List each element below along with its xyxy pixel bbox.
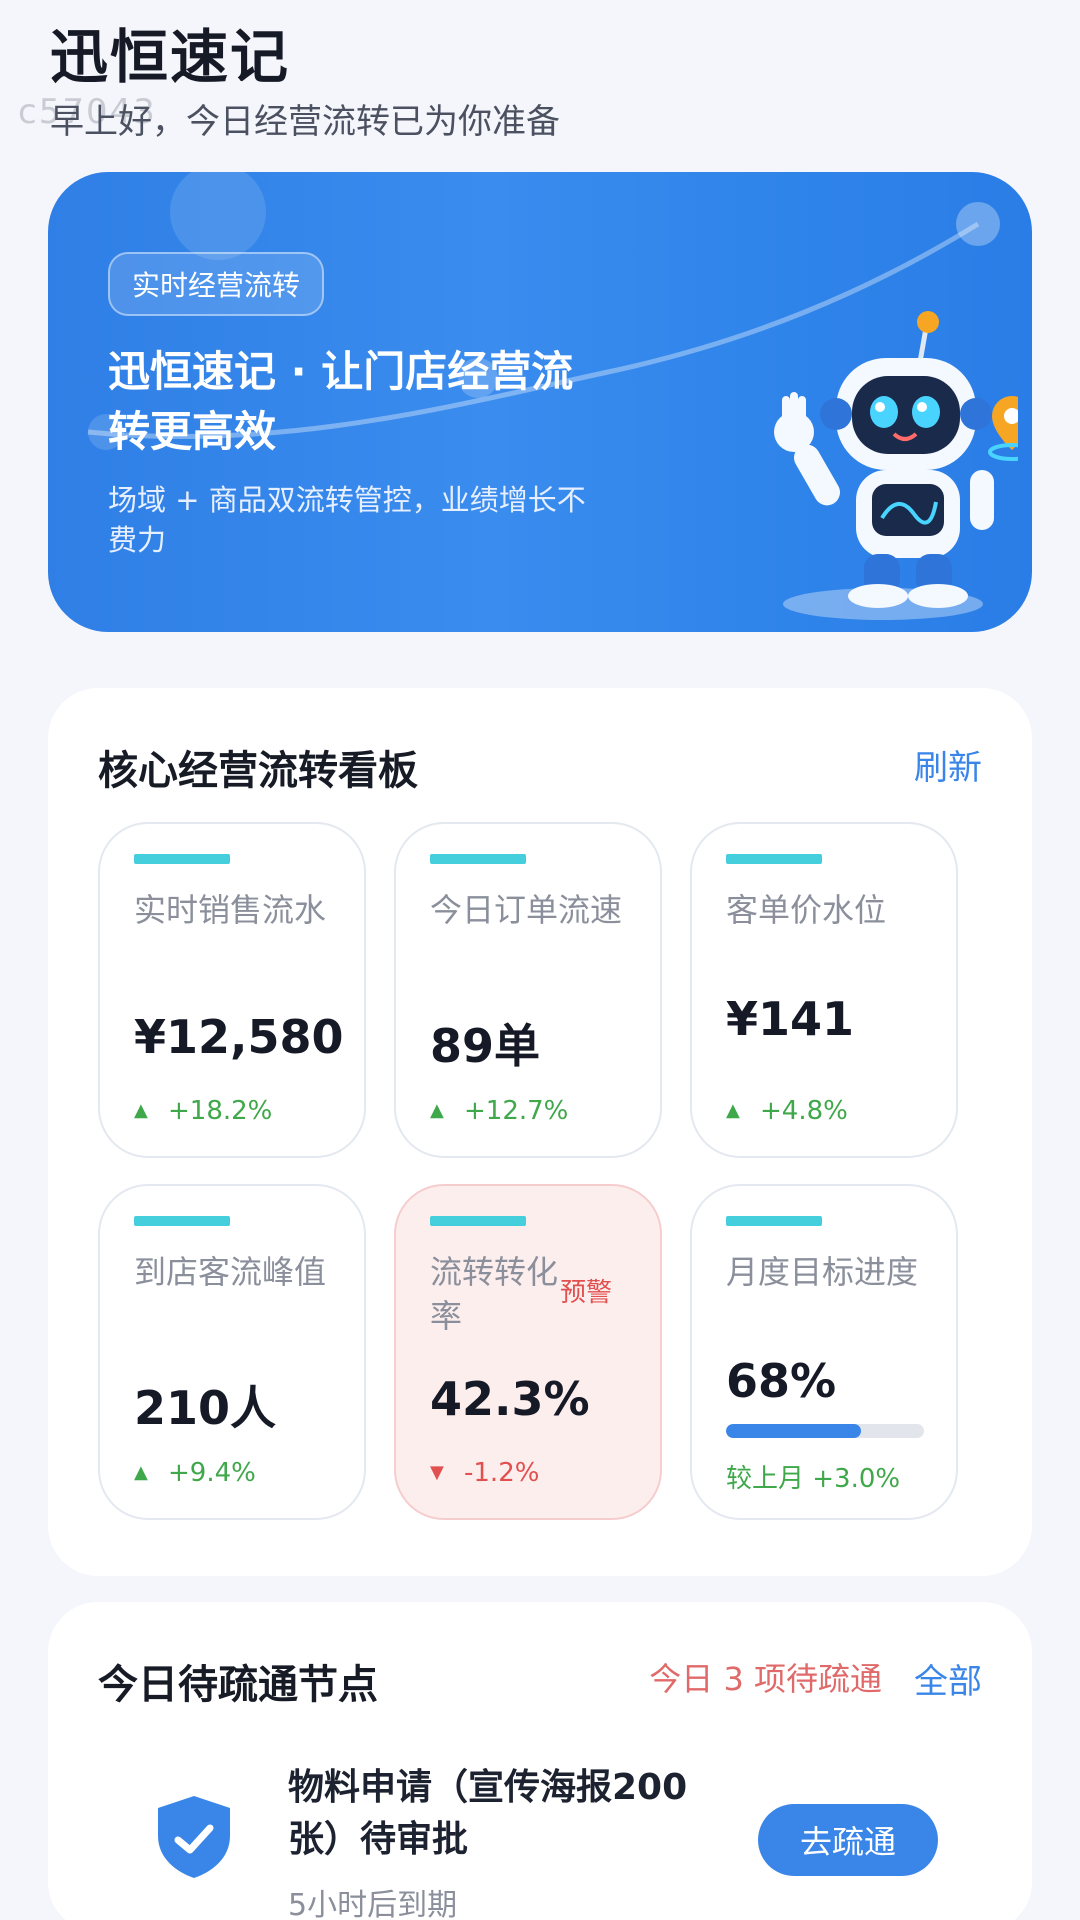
metric-delta-text: +4.8% — [760, 1096, 848, 1126]
metric-delta: ▲ +18.2% — [134, 1096, 272, 1126]
pending-count: 今日 3 项待疏通 — [649, 1660, 882, 1698]
metric-card-monthly-goal[interactable]: 月度目标进度 68% 较上月 +3.0% — [690, 1184, 958, 1520]
todo-item-title: 物料申请（宣传海报200张）待审批 — [288, 1767, 688, 1860]
resolve-button[interactable]: 去疏通 — [758, 1804, 938, 1876]
trend-up-icon: ▲ — [430, 1100, 444, 1121]
metric-delta: ▲ +9.4% — [134, 1458, 256, 1488]
trend-up-icon: ▲ — [134, 1100, 148, 1121]
app-title: 迅恒速记 — [50, 23, 291, 91]
metric-label: 流转转化率 — [430, 1253, 559, 1335]
pending-title: 今日待疏通节点 — [98, 1662, 378, 1708]
home-screen: 迅恒速记 c57043 早上好，今日经营流转已为你准备 实时经营流转 迅恒速记 … — [0, 0, 1080, 1920]
pending-panel: 今日待疏通节点 今日 3 项待疏通 全部 物料申请（宣传海报200张）待审批 5… — [48, 1602, 1032, 1920]
metric-delta: ▲ +4.8% — [726, 1096, 848, 1126]
hero-banner[interactable]: 实时经营流转 迅恒速记 · 让门店经营流转更高效 场域 + 商品双流转管控，业绩… — [48, 172, 1032, 632]
metric-accent-bar — [134, 854, 230, 864]
metric-accent-bar — [134, 1216, 230, 1226]
metric-value: 42.3% — [430, 1372, 590, 1426]
metric-label: 今日订单流速 — [430, 891, 623, 929]
refresh-button[interactable]: 刷新 — [914, 740, 982, 789]
metric-value: ¥12,580 — [134, 1010, 344, 1064]
metric-delta-text: +12.7% — [464, 1096, 569, 1126]
metric-delta-text: -1.2% — [464, 1458, 540, 1488]
trend-up-icon: ▲ — [726, 1100, 740, 1121]
metric-accent-bar — [726, 1216, 822, 1226]
metric-value: 89单 — [430, 1019, 541, 1073]
metric-accent-bar — [430, 1216, 526, 1226]
metric-card-traffic[interactable]: 到店客流峰值 210人 ▲ +9.4% — [98, 1184, 366, 1520]
metric-delta: ▼ -1.2% — [430, 1458, 539, 1488]
metric-delta: ▲ +12.7% — [430, 1096, 568, 1126]
metric-card-orders[interactable]: 今日订单流速 89单 ▲ +12.7% — [394, 822, 662, 1158]
metric-label: 客单价水位 — [726, 891, 887, 929]
metric-delta-text: +9.4% — [168, 1458, 256, 1488]
metric-label: 实时销售流水 — [134, 891, 327, 929]
warning-badge: 预警 — [559, 1278, 612, 1308]
shield-check-icon — [158, 1796, 230, 1878]
trend-down-icon: ▼ — [430, 1462, 444, 1483]
goal-progress-fill — [726, 1424, 861, 1438]
metric-label: 月度目标进度 — [726, 1253, 919, 1291]
trend-up-icon: ▲ — [134, 1462, 148, 1483]
todo-item-deadline: 5小时后到期 — [288, 1888, 458, 1920]
goal-progress-bar — [726, 1424, 924, 1438]
hero-badge: 实时经营流转 — [108, 252, 325, 316]
metric-value: 210人 — [134, 1381, 277, 1435]
view-all-link[interactable]: 全部 — [914, 1654, 982, 1703]
metric-card-avg-price[interactable]: 客单价水位 ¥141 ▲ +4.8% — [690, 822, 958, 1158]
metric-label: 到店客流峰值 — [134, 1253, 327, 1291]
metric-card-conversion[interactable]: 流转转化率 预警 42.3% ▼ -1.2% — [394, 1184, 662, 1520]
metric-card-sales[interactable]: 实时销售流水 ¥12,580 ▲ +18.2% — [98, 822, 366, 1158]
metric-delta-text: +18.2% — [168, 1096, 273, 1126]
hero-title: 迅恒速记 · 让门店经营流转更高效 — [108, 347, 574, 456]
metric-accent-bar — [430, 854, 526, 864]
dashboard-title: 核心经营流转看板 — [98, 748, 418, 794]
greeting: 早上好，今日经营流转已为你准备 — [50, 102, 560, 142]
metric-value: 68% — [726, 1354, 837, 1408]
goal-progress-note: 较上月 +3.0% — [726, 1464, 901, 1494]
metric-value: ¥141 — [726, 992, 855, 1046]
metric-accent-bar — [726, 854, 822, 864]
dashboard-panel: 核心经营流转看板 刷新 实时销售流水 ¥12,580 ▲ +18.2% 今日订单流… — [48, 688, 1032, 1576]
hero-subtitle: 场域 + 商品双流转管控，业绩增长不费力 — [108, 483, 586, 557]
robot-mascot-icon — [774, 311, 1018, 620]
